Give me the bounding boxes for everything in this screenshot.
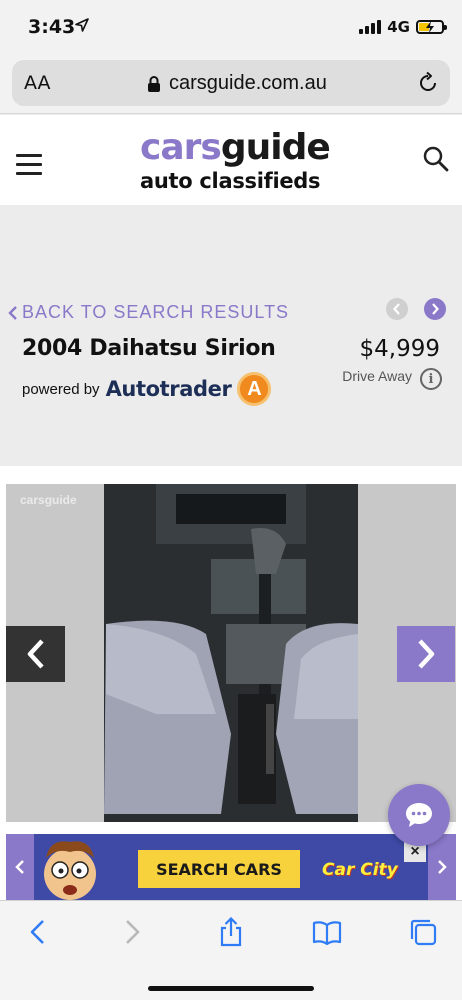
chevron-right-icon: [438, 860, 447, 874]
chevron-right-icon: [432, 303, 439, 315]
back-to-results-link[interactable]: BACK TO SEARCH RESULTS: [8, 302, 289, 323]
ad-search-cars-button[interactable]: SEARCH CARS: [138, 850, 300, 888]
lock-icon: [148, 75, 160, 92]
previous-photo-button[interactable]: [6, 626, 65, 682]
listing-price: $4,999: [359, 336, 440, 362]
back-link-label: BACK TO SEARCH RESULTS: [22, 302, 290, 322]
forward-icon[interactable]: [116, 917, 146, 947]
browser-toolbar: [0, 900, 462, 1000]
partner-name[interactable]: Autotrader: [106, 377, 232, 401]
listing-photo[interactable]: [6, 484, 456, 822]
listing-title: 2004 Daihatsu Sirion: [22, 336, 276, 361]
photo-watermark: carsguide: [20, 493, 77, 507]
text-size-button[interactable]: AA: [24, 72, 51, 94]
powered-by: powered by Autotrader A: [22, 372, 272, 406]
status-time: 3:43: [28, 16, 76, 38]
url-display[interactable]: carsguide.com.au: [147, 72, 327, 95]
signal-icon: [359, 20, 382, 34]
ad-prev-button[interactable]: [6, 834, 34, 900]
autotrader-logo: A: [237, 372, 272, 406]
network-type: 4G: [387, 18, 410, 36]
site-header: carsguide auto classifieds: [0, 115, 462, 205]
bookmarks-icon[interactable]: [312, 917, 342, 947]
ad-next-button[interactable]: [428, 834, 456, 900]
chevron-right-icon: [418, 639, 435, 669]
logo-subtitle: auto classifieds: [140, 169, 321, 193]
site-logo[interactable]: carsguide auto classifieds: [140, 127, 331, 194]
hamburger-icon[interactable]: [16, 154, 42, 175]
back-icon[interactable]: [24, 917, 54, 947]
cartoon-face-image: [44, 841, 96, 900]
ad-banner[interactable]: SEARCH CARS Car City: [34, 834, 428, 900]
url-text: carsguide.com.au: [169, 72, 327, 94]
previous-listing-button[interactable]: [386, 298, 408, 320]
battery-icon: [416, 20, 447, 34]
home-indicator: [148, 986, 314, 991]
ad-carousel: SEARCH CARS Car City: [6, 834, 456, 900]
chat-button[interactable]: [388, 784, 450, 846]
ad-brand-logo: Car City: [322, 860, 398, 880]
location-arrow-icon: [75, 18, 89, 32]
reload-icon[interactable]: [416, 71, 440, 95]
info-icon[interactable]: i: [420, 368, 442, 390]
powered-by-label: powered by: [22, 380, 100, 398]
tabs-icon[interactable]: [408, 917, 438, 947]
address-bar[interactable]: AA carsguide.com.au: [12, 60, 450, 106]
page: 3:43 4G AA carsguide.com.au carsguide au…: [0, 0, 462, 1000]
search-icon[interactable]: [422, 145, 450, 173]
price-note: Drive Away: [342, 368, 412, 384]
next-photo-button[interactable]: [397, 626, 455, 682]
logo-guide: guide: [220, 127, 331, 168]
browser-address-area: AA carsguide.com.au: [0, 56, 462, 114]
status-indicators: 4G: [359, 18, 447, 36]
chat-icon: [406, 803, 432, 827]
status-bar: 3:43 4G: [0, 0, 462, 56]
next-listing-button[interactable]: [424, 298, 446, 320]
chevron-left-icon: [15, 860, 24, 874]
share-icon[interactable]: [216, 917, 246, 947]
logo-cars: cars: [140, 127, 222, 168]
chevron-left-icon: [8, 305, 17, 320]
chevron-left-icon: [393, 303, 400, 315]
chevron-left-icon: [27, 639, 44, 669]
